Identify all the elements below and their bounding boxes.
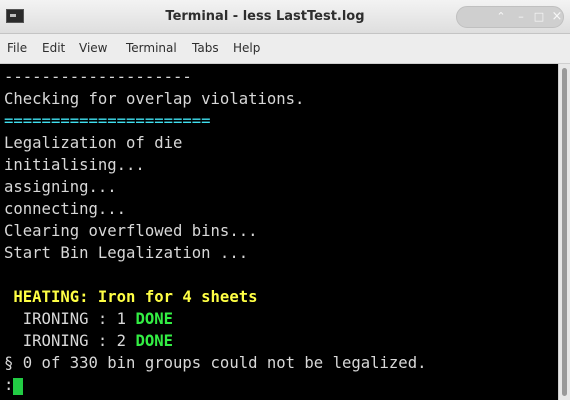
terminal-line: connecting... <box>4 200 127 218</box>
terminal-line: § 0 of 330 bin groups could not be legal… <box>4 354 427 372</box>
terminal-line: Checking for overlap violations. <box>4 90 305 108</box>
window-controls: ⌃ – □ × <box>456 6 564 28</box>
terminal-line: initialising... <box>4 156 145 174</box>
done-status: DONE <box>135 310 173 328</box>
terminal-line: Start Bin Legalization ... <box>4 244 249 262</box>
menu-view[interactable]: View <box>79 34 107 63</box>
heating-line: HEATING: Iron for 4 sheets <box>4 288 258 306</box>
scrollbar-thumb[interactable] <box>562 68 567 396</box>
terminal-line: Legalization of die <box>4 134 183 152</box>
terminal-line: -------------------- <box>4 68 192 86</box>
menu-terminal[interactable]: Terminal <box>126 34 177 63</box>
menu-help[interactable]: Help <box>233 34 260 63</box>
menu-tabs[interactable]: Tabs <box>192 34 219 63</box>
ironing-label: IRONING : 1 <box>4 310 136 328</box>
terminal-output[interactable]: -------------------- Checking for overla… <box>0 64 558 400</box>
menu-file[interactable]: File <box>7 34 27 63</box>
ironing-line: IRONING : 1 DONE <box>4 308 173 330</box>
done-status: DONE <box>135 332 173 350</box>
title-bar[interactable]: Terminal - less LastTest.log ⌃ – □ × <box>0 0 570 34</box>
ironing-line: IRONING : 2 DONE <box>4 330 173 352</box>
menu-edit[interactable]: Edit <box>42 34 65 63</box>
ironing-label: IRONING : 2 <box>4 332 136 350</box>
prompt-colon: : <box>4 376 14 394</box>
menu-bar: File Edit View Terminal Tabs Help <box>0 34 570 64</box>
terminal-line: Clearing overflowed bins... <box>4 222 258 240</box>
terminal-window: Terminal - less LastTest.log ⌃ – □ × Fil… <box>0 0 570 400</box>
separator-line: ====================== <box>4 112 211 130</box>
text-cursor <box>13 378 23 395</box>
close-button[interactable]: × <box>545 7 569 27</box>
terminal-line: assigning... <box>4 178 117 196</box>
less-prompt[interactable]: : <box>4 374 13 396</box>
vertical-scrollbar[interactable] <box>558 64 570 400</box>
